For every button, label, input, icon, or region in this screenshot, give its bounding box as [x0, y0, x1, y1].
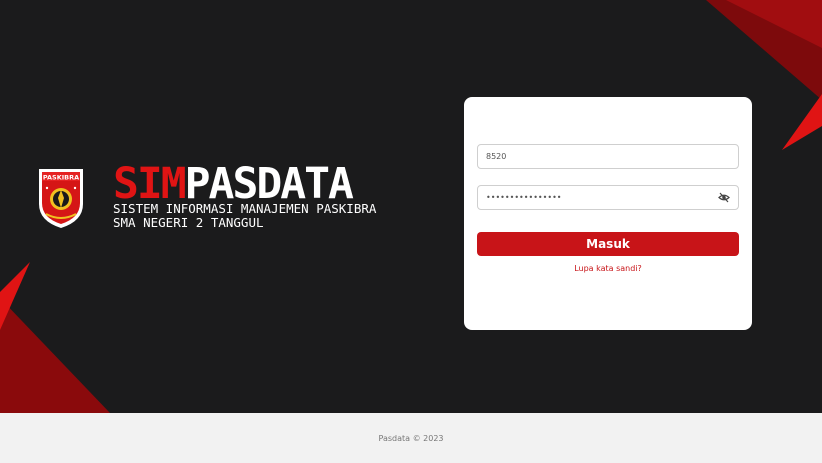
- logo-text: PASKIBRA: [43, 174, 79, 182]
- bottom-left-dark-triangle: [0, 298, 110, 413]
- app-subtitle-line2: SMA NEGERI 2 TANGGUL: [113, 215, 264, 230]
- forgot-password-link[interactable]: Lupa kata sandi?: [464, 264, 752, 273]
- password-input[interactable]: [486, 186, 711, 209]
- login-card: Masuk Lupa kata sandi?: [464, 97, 752, 330]
- app-title: SIMPASDATA: [113, 163, 376, 206]
- footer-text: Pasdata © 2023: [378, 433, 444, 443]
- username-field[interactable]: [477, 144, 739, 169]
- username-input[interactable]: [486, 145, 711, 168]
- eye-off-icon[interactable]: [718, 192, 730, 203]
- brand-block: PASKIBRA SIMPASDATA SISTEM INFORMASI MAN…: [36, 163, 377, 230]
- footer: Pasdata © 2023: [0, 413, 822, 463]
- password-field[interactable]: [477, 185, 739, 210]
- top-right-bright-triangle: [782, 94, 822, 150]
- paskibra-logo: PASKIBRA: [39, 169, 83, 228]
- login-button[interactable]: Masuk: [477, 232, 739, 256]
- app-subtitle-line1: SISTEM INFORMASI MANAJEMEN PASKIBRA: [113, 201, 377, 216]
- brand-text: SIMPASDATA SISTEM INFORMASI MANAJEMEN PA…: [113, 163, 377, 230]
- hero-section: PASKIBRA SIMPASDATA SISTEM INFORMASI MAN…: [0, 0, 822, 413]
